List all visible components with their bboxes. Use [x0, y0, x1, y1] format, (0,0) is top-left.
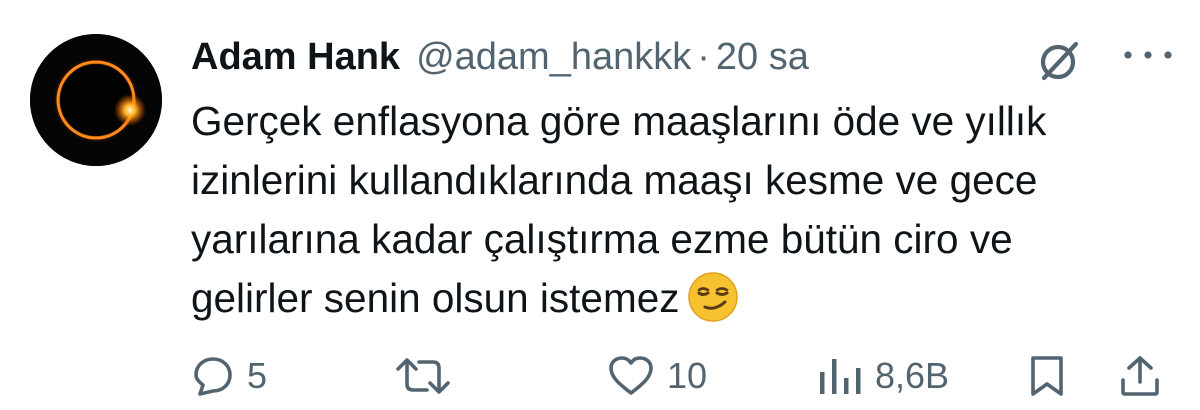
reply-count: 5 [247, 355, 268, 396]
tweet-text-line: Gerçek enflasyona göre maaşlarını öde ve… [191, 98, 1047, 144]
tweet-text-line: izinlerini kullandıklarında maaşı kesme … [191, 157, 1038, 203]
share-icon [1121, 356, 1159, 396]
avatar[interactable] [30, 34, 162, 166]
tweet-timestamp[interactable]: 20 sa [716, 36, 809, 79]
views-button[interactable]: 8,6B [815, 354, 949, 398]
reply-icon [194, 357, 232, 396]
author-name[interactable]: Adam Hank [191, 36, 400, 79]
action-bar: 5 10 8,6B [0, 348, 1200, 404]
tweet-text-line: gelirler senin olsun istemez [191, 269, 1181, 328]
grok-icon[interactable] [1036, 38, 1082, 84]
tweet-text: Gerçek enflasyona göre maaşlarını öde ve… [191, 92, 1181, 328]
retweet-button[interactable] [393, 354, 453, 398]
share-button[interactable] [1117, 354, 1163, 398]
bookmark-icon [1031, 356, 1063, 396]
more-icon[interactable] [1122, 45, 1174, 65]
author-handle[interactable]: @adam_hankkk [416, 36, 691, 79]
smirking-face-emoji-icon [687, 271, 739, 323]
reply-button[interactable]: 5 [191, 354, 267, 398]
solar-eclipse-icon [30, 34, 162, 166]
retweet-icon [396, 358, 450, 394]
like-button[interactable]: 10 [607, 354, 707, 398]
views-icon [820, 359, 861, 394]
views-count: 8,6B [875, 355, 950, 396]
tweet-header: Adam Hank @adam_hankkk · 20 sa [191, 30, 809, 84]
tweet-text-line-content: gelirler senin olsun istemez [191, 275, 680, 321]
separator-dot: · [697, 35, 710, 78]
heart-icon [609, 356, 653, 395]
like-count: 10 [667, 355, 708, 396]
bookmark-button[interactable] [1025, 354, 1069, 398]
tweet-text-line: yarılarına kadar çalıştırma ezme bütün c… [191, 216, 1013, 262]
